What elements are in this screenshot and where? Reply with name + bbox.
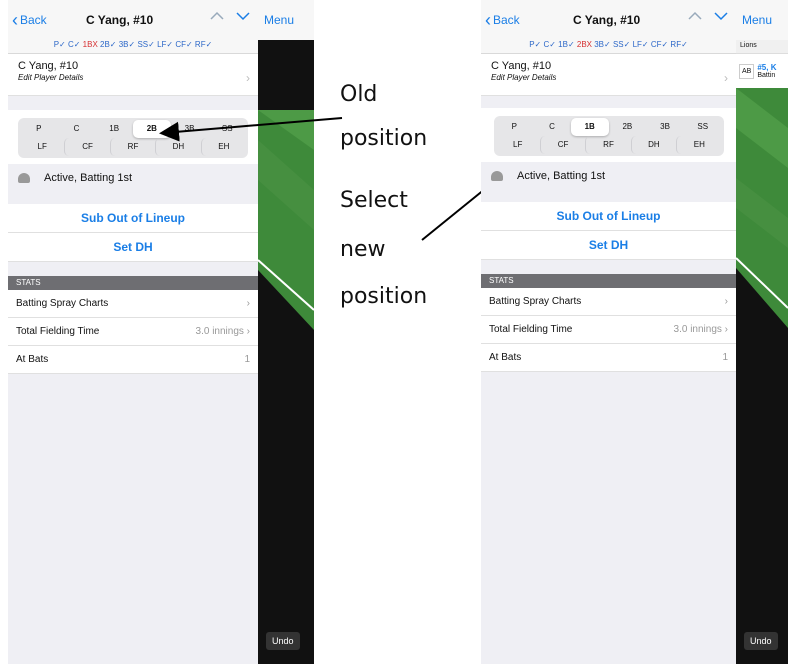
player-row[interactable]: C Yang, #10 Edit Player Details › xyxy=(481,54,736,96)
annotation-select: Select xyxy=(340,188,408,213)
position-option-cf[interactable]: CF xyxy=(539,136,585,154)
position-option-c[interactable]: C xyxy=(533,118,571,136)
right-screenshot: ‹ Back C Yang, #10 P✓ C✓ 1B✓ 2BX 3B✓ SS✓ … xyxy=(481,0,788,664)
annotation-old: Old xyxy=(340,82,378,107)
player-name: C Yang, #10 xyxy=(491,60,552,72)
back-button[interactable]: ‹ Back xyxy=(485,10,520,30)
position-played-mark: CF✓ xyxy=(650,40,671,49)
position-option-p[interactable]: P xyxy=(496,118,534,136)
position-played-mark: P✓ xyxy=(529,40,544,49)
stats-header: STATS xyxy=(481,274,736,288)
annotation-new: new xyxy=(340,237,386,262)
game-sidebar: Menu Lions AB #5, K Battin Undo xyxy=(736,0,788,664)
helmet-icon xyxy=(491,171,503,181)
position-row-2: LF CF RF DH EH xyxy=(496,136,722,154)
nav-bar: ‹ Back C Yang, #10 xyxy=(481,0,736,40)
old-position-arrow xyxy=(159,117,343,142)
position-played-mark: C✓ xyxy=(543,40,559,49)
chevron-up-icon[interactable] xyxy=(688,9,702,23)
stat-row-at-bats: At Bats 1 xyxy=(481,344,736,372)
stat-row-batting-spray[interactable]: Batting Spray Charts › xyxy=(481,288,736,316)
position-played-mark: LF✓ xyxy=(632,40,651,49)
position-option-rf[interactable]: RF xyxy=(585,136,630,154)
current-batter[interactable]: AB #5, K Battin xyxy=(736,54,788,88)
position-played-mark: SS✓ xyxy=(612,40,633,49)
batter-number: #5, K xyxy=(757,63,777,72)
position-option-eh[interactable]: EH xyxy=(676,136,721,154)
player-status: Active, Batting 1st xyxy=(481,162,736,190)
position-option-2b[interactable]: 2B xyxy=(609,118,647,136)
position-option-3b[interactable]: 3B xyxy=(646,118,684,136)
baseball-field-image xyxy=(736,88,788,348)
position-played-mark: RF✓ xyxy=(670,40,688,49)
positions-played-line: P✓ C✓ 1B✓ 2BX 3B✓ SS✓ LF✓ CF✓ RF✓ xyxy=(481,40,736,54)
stat-row-fielding-time[interactable]: Total Fielding Time 3.0 innings › xyxy=(481,316,736,344)
player-nav-arrows xyxy=(688,9,728,23)
sub-out-button[interactable]: Sub Out of Lineup xyxy=(481,202,736,231)
set-dh-button[interactable]: Set DH xyxy=(481,231,736,260)
undo-button[interactable]: Undo xyxy=(744,632,778,650)
position-option-1b[interactable]: 1B xyxy=(570,118,609,136)
position-row-1: PC1B2B3BSS xyxy=(496,118,722,136)
chevron-down-icon[interactable] xyxy=(714,9,728,23)
disclosure-icon: › xyxy=(724,71,728,85)
position-segmented-control: PC1B2B3BSS LFCFRFDHEH xyxy=(493,116,724,156)
ab-tag: AB xyxy=(739,63,755,79)
position-option-dh[interactable]: DH xyxy=(630,136,676,154)
position-option-ss[interactable]: SS xyxy=(684,118,722,136)
position-played-mark: 1B✓ xyxy=(558,40,577,49)
position-played-mark: 2BX xyxy=(576,40,595,49)
position-played-mark: 3B✓ xyxy=(594,40,613,49)
chevron-left-icon: ‹ xyxy=(485,10,491,30)
position-selector: PC1B2B3BSS LFCFRFDHEH xyxy=(481,108,736,162)
page-title: C Yang, #10 xyxy=(573,13,641,27)
team-name: Lions xyxy=(736,40,788,54)
disclosure-icon: › xyxy=(724,296,728,307)
field-graphic xyxy=(736,88,788,348)
edit-player-details: Edit Player Details xyxy=(491,73,557,82)
annotation-position-2: position xyxy=(340,284,428,309)
actions-group: Sub Out of Lineup Set DH xyxy=(481,202,736,260)
batting-label: Battin xyxy=(757,72,776,79)
menu-button[interactable]: Menu xyxy=(736,0,788,40)
player-detail-pane: ‹ Back C Yang, #10 P✓ C✓ 1B✓ 2BX 3B✓ SS✓ … xyxy=(481,0,736,664)
position-option-lf[interactable]: LF xyxy=(496,136,540,154)
annotation-position-1: position xyxy=(340,126,428,151)
